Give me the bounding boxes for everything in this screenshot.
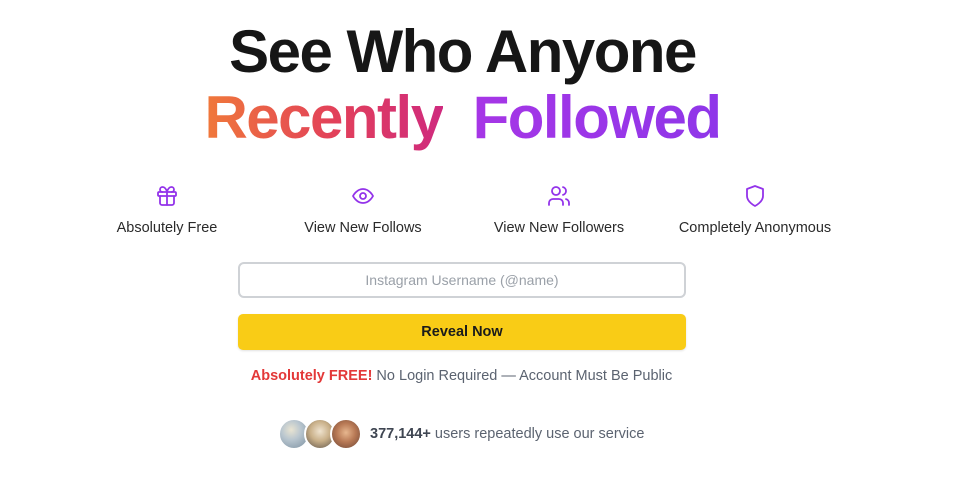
eye-icon — [352, 188, 374, 204]
landing-page: See Who Anyone Recently Followed Absolute… — [0, 0, 965, 501]
headline-line-1: See Who Anyone — [229, 18, 697, 85]
reveal-now-button[interactable]: Reveal Now — [238, 314, 686, 350]
avatar — [330, 418, 362, 450]
username-input[interactable] — [238, 262, 686, 298]
gift-icon — [157, 186, 177, 206]
headline-followed: Followed — [472, 84, 722, 151]
feature-list: Absolutely Free View New Follows View Ne… — [0, 184, 965, 244]
users-icon — [548, 186, 570, 206]
social-proof-text: 377,144+ users repeatedly use our servic… — [370, 426, 644, 442]
social-proof: 377,144+ users repeatedly use our servic… — [278, 418, 644, 450]
feature-free-label: Absolutely Free — [116, 220, 218, 236]
user-count: 377,144+ — [370, 426, 431, 442]
feature-follows-label: View New Follows — [304, 220, 422, 236]
feature-anonymous-label: Completely Anonymous — [678, 220, 832, 236]
feature-followers-label: View New Followers — [493, 220, 625, 236]
free-highlight: Absolutely FREE! — [250, 368, 373, 384]
headline-line-2: Recently Followed — [0, 88, 925, 148]
feature-follows: View New Follows — [263, 184, 463, 236]
feature-free: Absolutely Free — [67, 184, 267, 236]
note-text: No Login Required — Account Must Be Publ… — [372, 368, 673, 384]
feature-followers: View New Followers — [459, 184, 659, 236]
free-note: Absolutely FREE! No Login Required — Acc… — [0, 368, 923, 384]
headline-recently: Recently — [204, 84, 444, 151]
avatar-group — [278, 418, 362, 450]
feature-anonymous: Completely Anonymous — [655, 184, 855, 236]
social-proof-caption: users repeatedly use our service — [430, 426, 645, 442]
shield-icon — [746, 185, 764, 207]
